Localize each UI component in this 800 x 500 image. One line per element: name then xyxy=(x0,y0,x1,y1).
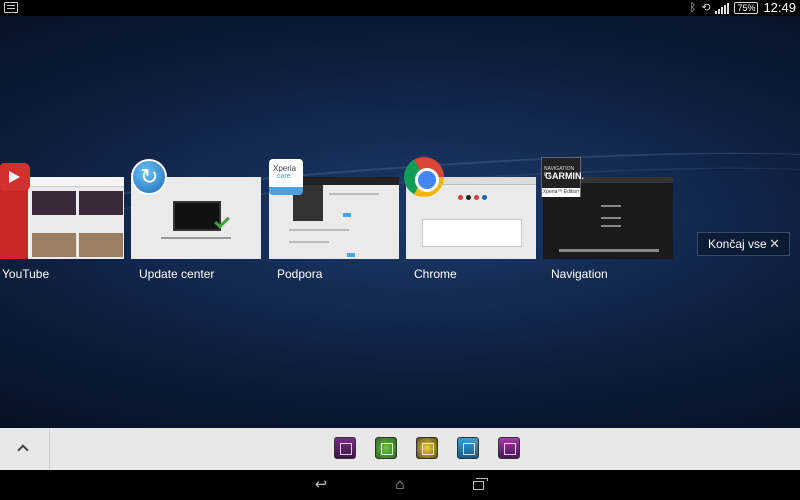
xperia-care-icon[interactable]: Xperia care xyxy=(269,159,303,195)
yt-video-thumb xyxy=(79,191,123,215)
bluetooth-icon: ᛒ xyxy=(689,2,697,14)
chrome-page-dot xyxy=(474,195,479,200)
mini-app-2-icon[interactable] xyxy=(375,437,397,459)
youtube-icon[interactable] xyxy=(0,163,30,191)
chrome-page-box xyxy=(422,219,522,247)
home-button[interactable]: ⌂ xyxy=(390,476,410,494)
notification-icon xyxy=(4,2,18,13)
clock: 12:49 xyxy=(763,0,796,15)
yt-video-thumb xyxy=(32,191,76,215)
back-button[interactable]: ↩ xyxy=(311,476,331,494)
update-center-icon[interactable] xyxy=(131,159,167,195)
chrome-page-dot xyxy=(458,195,463,200)
chrome-page-dot xyxy=(482,195,487,200)
recent-app-label[interactable]: Navigation xyxy=(551,267,608,281)
podpora-button xyxy=(347,253,355,257)
podpora-text-line xyxy=(289,241,329,243)
garmin-icon-brand: GARMIN. xyxy=(545,171,584,181)
sync-icon: ⟲ xyxy=(701,2,711,14)
recent-apps-icon xyxy=(473,478,488,490)
garmin-icon[interactable]: NAVIGATION BY GARMIN. Xperia™ Edition xyxy=(541,157,584,197)
recent-app-label[interactable]: Update center xyxy=(139,267,214,281)
close-icon: ✕ xyxy=(769,236,780,251)
podpora-button xyxy=(343,213,351,217)
podpora-text-line xyxy=(289,229,349,231)
close-all-button[interactable]: Končaj vse ✕ xyxy=(697,232,790,256)
status-bar: ᛒ ⟲ 75% 12:49 xyxy=(0,0,800,16)
status-icons: ᛒ ⟲ 75% 12:49 xyxy=(690,0,796,16)
recent-apps-button[interactable] xyxy=(470,476,490,494)
garmin-icon-edition: Xperia™ Edition xyxy=(542,188,580,197)
recent-app-label[interactable]: Podpora xyxy=(277,267,322,281)
update-screen-image xyxy=(173,201,221,231)
recent-app-label[interactable]: Chrome xyxy=(414,267,457,281)
chevron-up-icon xyxy=(17,444,29,456)
podpora-text-line xyxy=(329,193,379,195)
yt-sidebar xyxy=(0,187,28,259)
navigation-text-line xyxy=(601,205,621,207)
xperia-icon-subtext: care xyxy=(277,173,291,180)
navigation-text-line xyxy=(601,225,621,227)
mini-app-1-icon[interactable] xyxy=(334,437,356,459)
battery-indicator: 75% xyxy=(734,2,759,14)
mini-app-4-icon[interactable] xyxy=(457,437,479,459)
small-apps-dock xyxy=(0,428,800,470)
expand-dock-button[interactable] xyxy=(0,428,50,470)
navigation-text-line xyxy=(601,217,621,219)
mini-app-3-icon[interactable] xyxy=(416,437,438,459)
signal-icon xyxy=(715,2,730,14)
mini-app-5-icon[interactable] xyxy=(498,437,520,459)
close-all-label: Končaj vse xyxy=(708,237,767,251)
recent-app-label[interactable]: YouTube xyxy=(2,267,49,281)
chrome-icon[interactable] xyxy=(404,157,444,197)
navigation-bottom-bar xyxy=(559,249,659,252)
update-text-line xyxy=(161,237,231,239)
xperia-icon-text: Xperia xyxy=(273,164,297,173)
yt-video-thumb xyxy=(32,233,76,257)
yt-video-thumb xyxy=(79,233,123,257)
navigation-bar: ↩ ⌂ xyxy=(0,470,800,500)
chrome-page-dot xyxy=(466,195,471,200)
